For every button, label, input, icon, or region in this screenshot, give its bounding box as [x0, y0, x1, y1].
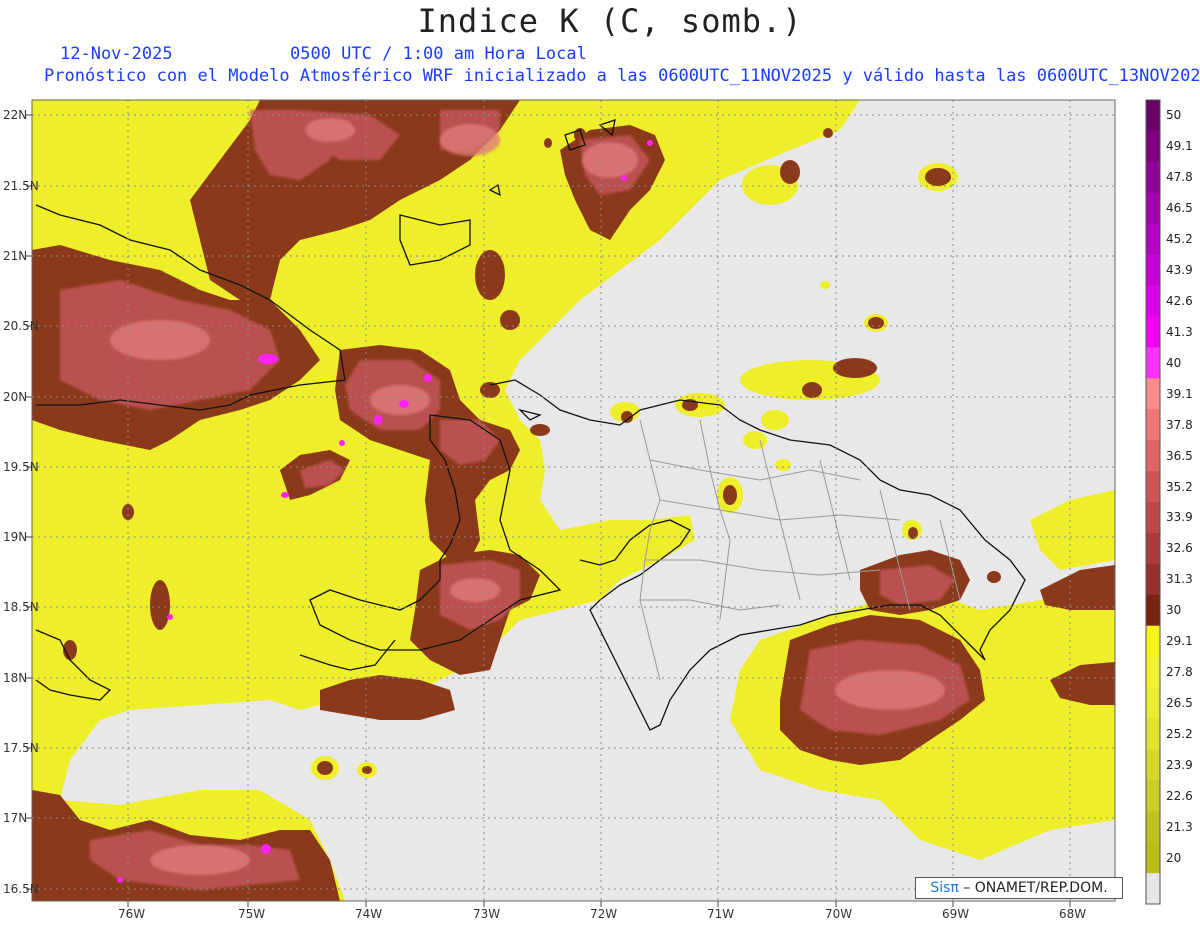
colorbar-label: 43.9 — [1166, 263, 1193, 278]
lat-label: 18.5N — [3, 600, 39, 614]
colorbar-swatch — [1146, 100, 1160, 132]
lon-label: 71W — [707, 907, 735, 921]
colorbar-swatch — [1146, 625, 1160, 658]
colorbar-label: 21.3 — [1166, 819, 1193, 834]
lon-label: 73W — [473, 907, 501, 921]
lon-label: 70W — [825, 907, 853, 921]
lat-label: 22N — [3, 108, 28, 122]
colorbar-label: 33.9 — [1166, 510, 1193, 525]
colorbar-swatch-below — [1146, 873, 1160, 904]
colorbar-swatch — [1146, 440, 1160, 472]
lat-label: 21.5N — [3, 179, 39, 193]
colorbar-label: 46.5 — [1166, 201, 1193, 216]
lat-label: 17N — [3, 811, 28, 825]
colorbar-swatch — [1146, 594, 1160, 627]
colorbar-label: 25.2 — [1166, 726, 1193, 741]
colorbar-label: 47.8 — [1166, 170, 1193, 185]
colorbar-label: 35.2 — [1166, 479, 1193, 494]
credit-text: – ONAMET/REP.DOM. — [963, 880, 1108, 896]
colorbar-label: 41.3 — [1166, 324, 1193, 339]
lat-label: 19.5N — [3, 460, 39, 474]
colorbar-swatch — [1146, 471, 1160, 503]
colorbar-swatch — [1146, 223, 1160, 256]
yellow-cell — [775, 459, 791, 471]
colorbar-swatch — [1146, 718, 1160, 750]
lon-label: 74W — [355, 907, 383, 921]
lat-label: 20N — [3, 390, 28, 404]
colorbar-label: 36.5 — [1166, 448, 1193, 463]
colorbar-label: 37.8 — [1166, 417, 1193, 432]
colorbar-label: 32.6 — [1166, 541, 1193, 556]
colorbar-label: 42.6 — [1166, 294, 1193, 308]
lat-label: 16.5N — [3, 882, 39, 896]
colorbar — [1145, 99, 1161, 905]
colorbar-swatch — [1146, 563, 1160, 596]
lon-label: 75W — [238, 907, 266, 921]
lat-label: 17.5N — [3, 741, 39, 755]
credit-box: Sisπ – ONAMET/REP.DOM. — [915, 877, 1123, 899]
colorbar-swatch — [1146, 687, 1160, 719]
colorbar-swatch — [1146, 378, 1160, 410]
lat-label: 20.5N — [3, 319, 39, 333]
lon-label: 72W — [590, 907, 618, 921]
colorbar-swatch — [1146, 749, 1160, 781]
colorbar-label: 20 — [1166, 850, 1182, 865]
yellow-cell — [820, 281, 830, 289]
colorbar-label: 26.5 — [1166, 696, 1193, 710]
colorbar-label: 27.8 — [1166, 665, 1193, 680]
lat-label: 18N — [3, 671, 28, 685]
colorbar-label: 45.2 — [1166, 232, 1193, 247]
lat-label: 21N — [3, 249, 28, 263]
lat-label: 19N — [3, 530, 28, 544]
colorbar-label: 23.9 — [1166, 757, 1193, 772]
colorbar-swatch — [1146, 192, 1160, 225]
colorbar-swatch — [1146, 532, 1160, 565]
colorbar-swatch — [1146, 285, 1160, 317]
colorbar-label: 30 — [1166, 603, 1182, 618]
lon-label: 69W — [942, 907, 970, 921]
colorbar-swatch — [1146, 254, 1160, 287]
colorbar-label: 29.1 — [1166, 634, 1193, 649]
colorbar-label: 31.3 — [1166, 572, 1193, 587]
colorbar-swatch — [1146, 842, 1160, 874]
colorbar-swatch — [1146, 130, 1160, 163]
colorbar-label: 39.1 — [1166, 386, 1193, 401]
colorbar-label: 49.1 — [1166, 139, 1193, 154]
colorbar-swatch — [1146, 347, 1160, 379]
colorbar-swatch — [1146, 502, 1160, 534]
colorbar-label: 22.6 — [1166, 788, 1193, 803]
yellow-cell — [761, 410, 789, 430]
colorbar-swatch — [1146, 409, 1160, 441]
colorbar-swatch — [1146, 811, 1160, 843]
colorbar-label: 40 — [1166, 355, 1182, 370]
yellow-cell — [743, 431, 767, 449]
credit-brand: Sisπ — [930, 880, 959, 896]
colorbar-swatch — [1146, 161, 1160, 194]
lon-label: 76W — [118, 907, 146, 921]
colorbar-swatch — [1146, 780, 1160, 812]
k-index-map — [26, 99, 1161, 907]
colorbar-label: 50 — [1166, 108, 1182, 123]
colorbar-swatch — [1146, 656, 1160, 689]
lon-label: 68W — [1059, 907, 1087, 921]
colorbar-swatch — [1146, 316, 1160, 348]
